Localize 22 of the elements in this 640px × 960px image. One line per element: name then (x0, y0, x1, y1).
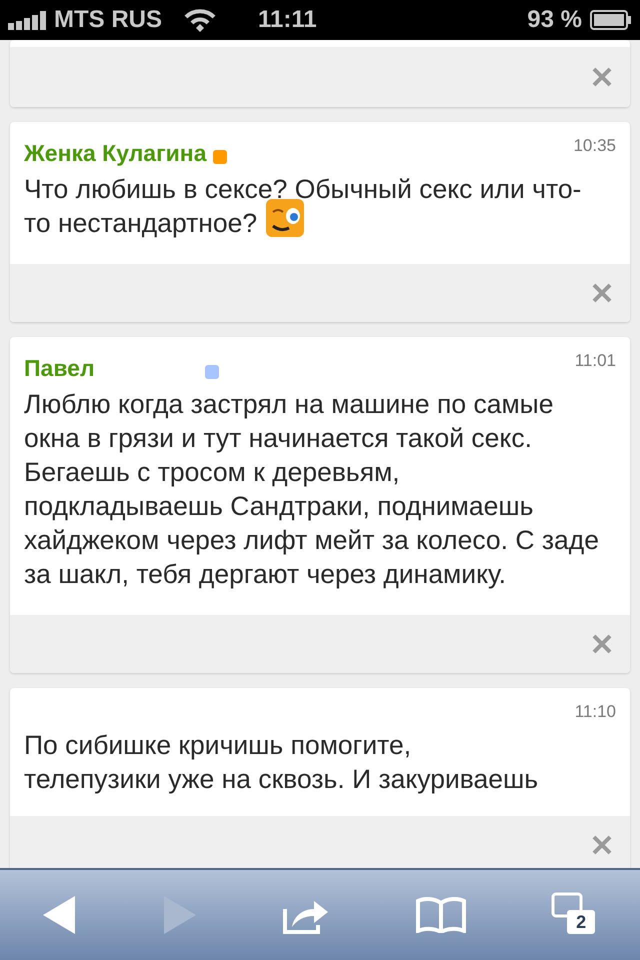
close-icon[interactable] (592, 634, 612, 654)
back-icon[interactable] (42, 896, 77, 934)
author-name[interactable]: Павел (24, 354, 95, 382)
forward-icon[interactable] (162, 896, 196, 934)
clock-time: 11:11 (258, 6, 317, 33)
book-icon[interactable] (416, 897, 466, 933)
close-icon[interactable] (592, 835, 612, 855)
message-time: 11:10 (574, 702, 616, 722)
wifi-icon (184, 8, 216, 32)
author-name[interactable]: Женка Кулагина (24, 140, 206, 166)
message-text: Что любишь в сексе? Обычный секс или что-то нестандартное? (24, 174, 582, 238)
message-text: Люблю когда застрял на машине по самые окна в грязи и тут начинается такой секс. Бегаешь с тросом к деревьям, подкладываешь Сандтраки, поднимаешь хайджеком через лифт мейт за колесо. С заде за шакл, тебя дергают через динамику. (24, 389, 599, 589)
carrier-name: MTS RUS (54, 6, 162, 34)
message-text: По сибишке кричишь помогите, телепузики уже на сквозь. И закуриваешь (24, 730, 538, 794)
signal-icon (8, 10, 46, 30)
close-icon[interactable] (592, 283, 612, 303)
message-time: 10:35 (573, 136, 616, 156)
battery-percent: 93 % (527, 6, 582, 34)
close-icon[interactable] (592, 67, 612, 87)
message-time: 11:01 (574, 351, 616, 371)
battery-icon (590, 10, 632, 30)
tabs-button[interactable]: 2 (551, 892, 598, 938)
